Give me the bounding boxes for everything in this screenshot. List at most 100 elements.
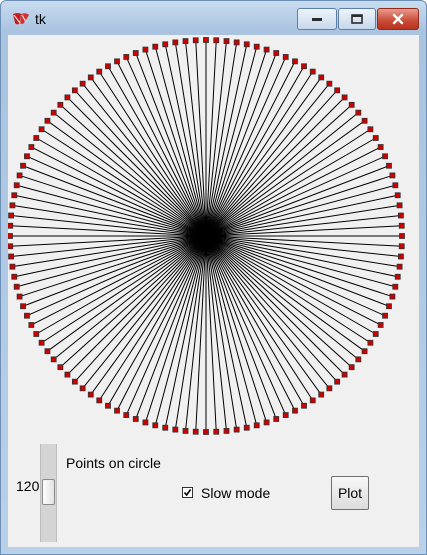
circle-point-marker — [367, 126, 374, 133]
circle-point-marker — [301, 63, 307, 70]
radial-line — [67, 235, 207, 375]
radial-line — [26, 235, 207, 317]
radial-line — [205, 49, 268, 237]
circle-point-marker — [13, 182, 20, 189]
circle-point-marker — [341, 371, 348, 378]
circle-point-marker — [123, 54, 130, 60]
radial-line — [19, 235, 207, 298]
circle-point-marker — [382, 312, 388, 319]
circle-point-marker — [233, 39, 240, 46]
points-scale-thumb[interactable] — [42, 479, 55, 505]
circle-point-marker — [394, 192, 401, 199]
circle-point-marker — [192, 37, 199, 44]
circle-point-marker — [44, 348, 51, 355]
radial-line — [205, 97, 345, 237]
circle-point-marker — [348, 101, 355, 108]
circle-point-marker — [152, 43, 159, 50]
title-bar[interactable]: tk — [1, 1, 426, 35]
slow-mode-label: Slow mode — [201, 485, 271, 501]
circle-point-marker — [96, 397, 103, 404]
circle-point-marker — [367, 339, 374, 346]
points-scale-value: 120 — [16, 478, 40, 494]
circle-point-marker — [263, 419, 270, 426]
circle-point-marker — [326, 80, 333, 87]
circle-point-marker — [355, 356, 362, 363]
slow-mode-checkbox[interactable] — [182, 487, 193, 498]
circle-point-marker — [114, 58, 120, 65]
radial-line — [19, 174, 207, 237]
circle-point-marker — [394, 273, 401, 280]
circle-point-marker — [382, 153, 388, 160]
circle-point-marker — [16, 172, 23, 179]
circle-point-marker — [213, 428, 220, 435]
radial-line — [125, 235, 207, 416]
circle-point-marker — [24, 153, 30, 160]
circle-point-marker — [28, 144, 35, 150]
circle-point-marker — [361, 117, 368, 124]
circle-point-marker — [282, 54, 289, 60]
circle-point-marker — [341, 94, 348, 101]
circle-point-marker — [142, 419, 149, 426]
circle-point-marker — [392, 182, 399, 189]
circle-point-marker — [142, 46, 149, 53]
circle-point-marker — [33, 331, 40, 337]
points-scale[interactable] — [40, 444, 57, 542]
checkmark-icon — [183, 489, 192, 497]
circle-point-marker — [57, 101, 64, 108]
circle-point-marker — [309, 68, 316, 75]
circle-point-marker — [334, 378, 341, 385]
circle-point-marker — [105, 402, 111, 409]
minimize-button[interactable] — [297, 8, 337, 30]
circle-point-marker — [386, 303, 392, 310]
circle-point-marker — [334, 87, 341, 94]
circle-point-marker — [16, 293, 23, 300]
circle-point-marker — [372, 331, 379, 337]
circle-point-marker — [398, 212, 404, 219]
circle-point-marker — [182, 428, 189, 434]
circle-point-marker — [11, 192, 18, 199]
radial-line — [205, 235, 345, 375]
window-title: tk — [35, 11, 46, 27]
circle-point-marker — [24, 312, 30, 319]
circle-point-marker — [9, 202, 16, 209]
circle-point-marker — [396, 202, 403, 209]
circle-point-marker — [71, 378, 78, 385]
plot-button[interactable]: Plot — [331, 476, 369, 510]
circle-point-marker — [13, 283, 20, 290]
circle-point-marker — [253, 43, 260, 50]
circle-point-marker — [71, 87, 78, 94]
circle-point-marker — [292, 407, 298, 414]
maximize-button[interactable] — [338, 8, 376, 30]
circle-point-marker — [326, 385, 333, 392]
circle-point-marker — [203, 429, 209, 435]
radial-line — [144, 49, 207, 237]
circle-point-marker — [392, 283, 399, 290]
circle-point-marker — [263, 46, 270, 53]
circle-point-marker — [8, 222, 14, 229]
radial-line — [26, 155, 207, 237]
circle-point-marker — [33, 135, 40, 141]
close-button[interactable] — [377, 8, 419, 30]
circle-point-marker — [8, 233, 13, 239]
circle-point-marker — [50, 109, 57, 116]
circle-point-marker — [377, 144, 384, 150]
circle-point-marker — [79, 385, 86, 392]
points-scale-label: Points on circle — [66, 455, 161, 471]
plot-canvas[interactable] — [8, 35, 419, 440]
circle-point-marker — [123, 412, 130, 418]
circle-point-marker — [172, 426, 179, 433]
circle-point-marker — [8, 212, 14, 219]
radial-line — [205, 56, 287, 237]
circle-point-marker — [386, 162, 392, 169]
circle-point-marker — [318, 391, 325, 398]
circle-point-marker — [172, 39, 179, 46]
circle-point-marker — [132, 416, 139, 422]
circle-point-marker — [355, 109, 362, 116]
circle-point-marker — [8, 253, 14, 260]
circle-point-marker — [223, 38, 230, 44]
circle-point-marker — [28, 322, 35, 328]
circle-point-marker — [44, 117, 51, 124]
radial-line — [125, 56, 207, 237]
circle-point-marker — [64, 94, 71, 101]
circle-point-marker — [87, 74, 94, 81]
